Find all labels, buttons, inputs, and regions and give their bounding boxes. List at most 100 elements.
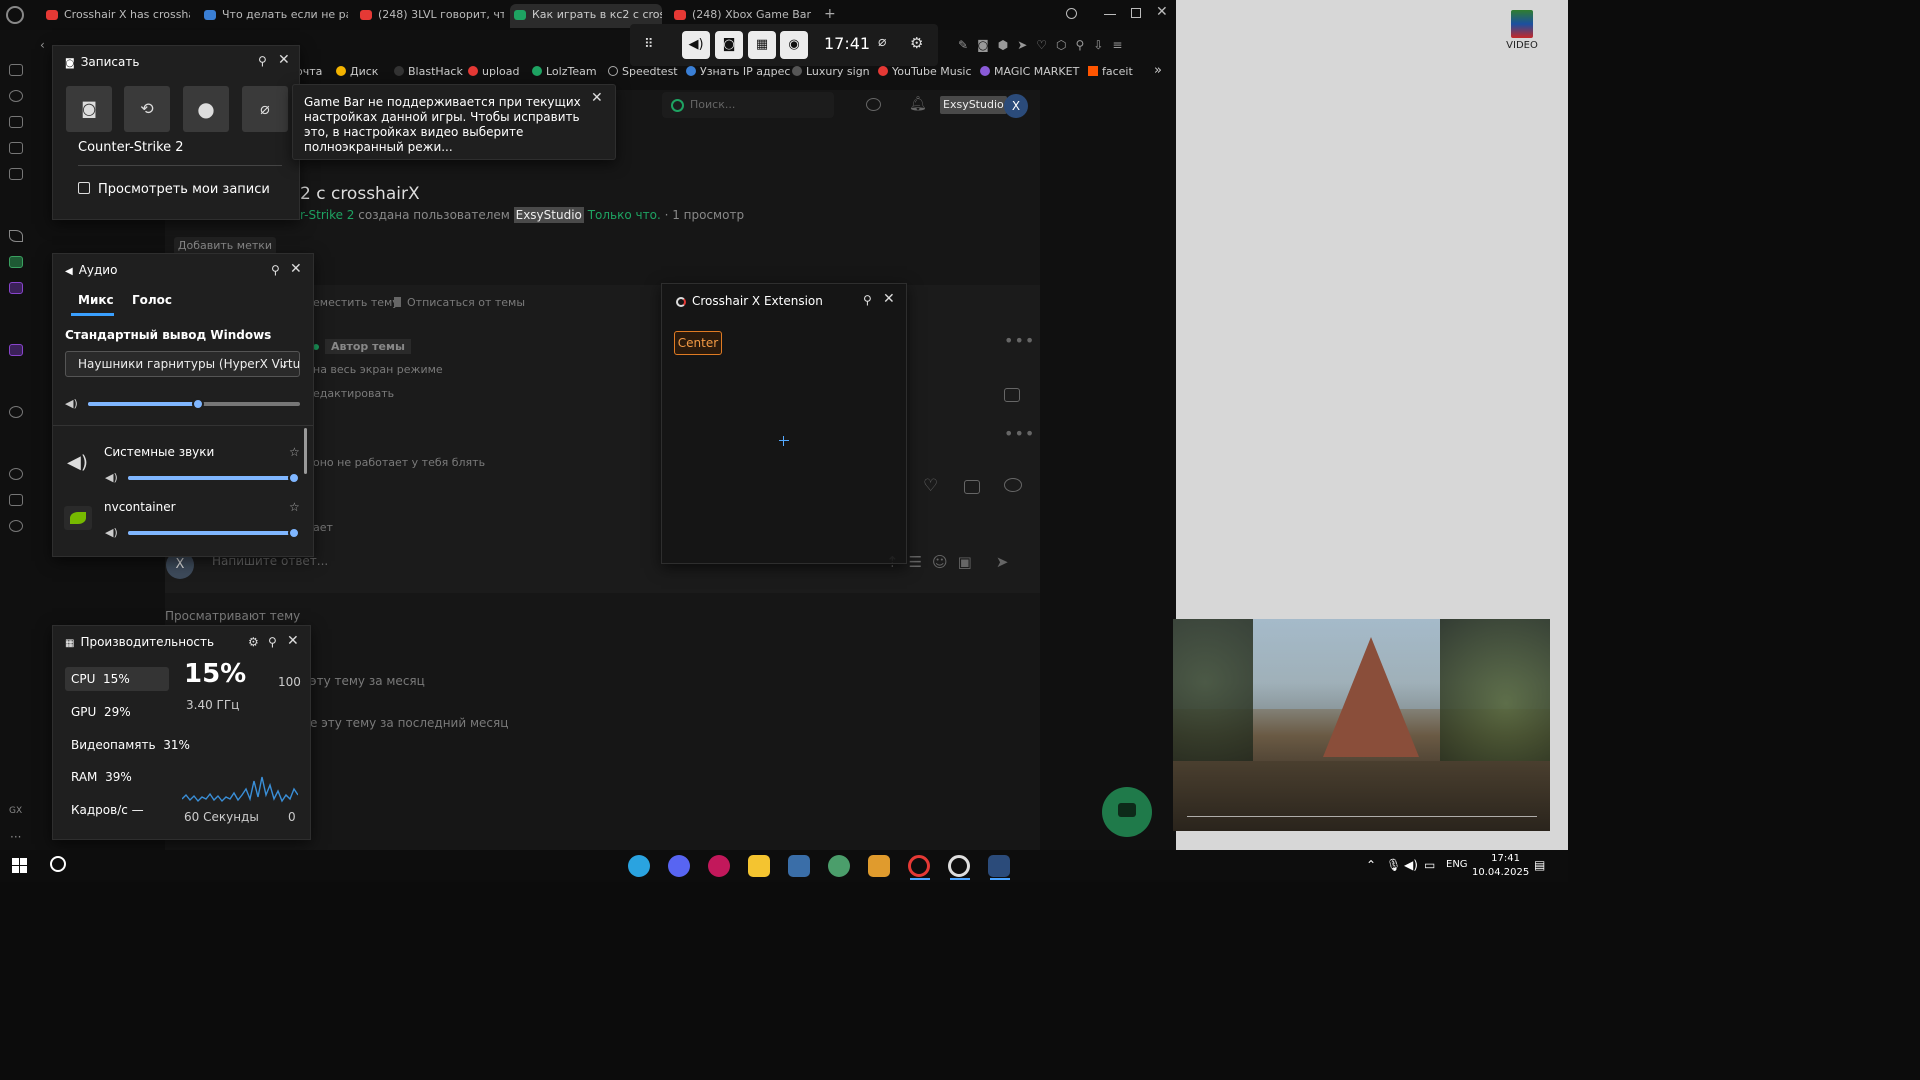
perf-row-vram[interactable]: Видеопамять 31% bbox=[71, 738, 190, 752]
app-volume-icon[interactable]: ◀) bbox=[105, 471, 118, 484]
favorite-star-icon[interactable]: ☆ bbox=[289, 500, 300, 514]
lolz-taskbar-icon[interactable] bbox=[988, 855, 1010, 877]
audio-scrollbar[interactable] bbox=[304, 428, 307, 474]
forum-chat-icon[interactable] bbox=[866, 98, 881, 111]
audio-device-select[interactable]: Наушники гарнитуры (HyperX Virtu ⌄ bbox=[65, 351, 300, 377]
audio-pin-icon[interactable]: ⚲ bbox=[271, 263, 280, 277]
shield-icon[interactable]: ⬢ bbox=[998, 38, 1008, 52]
start-recording-button[interactable]: ● bbox=[183, 86, 229, 132]
desktop-icon-video[interactable]: VIDEO bbox=[1500, 10, 1544, 51]
notifications-bell-icon[interactable]: 🔔︎ bbox=[909, 96, 927, 112]
profile-icon[interactable]: ⚲ bbox=[1076, 38, 1085, 52]
tray-chevron-icon[interactable]: ⌃ bbox=[1366, 858, 1376, 872]
edit-post-link[interactable]: едактировать bbox=[313, 387, 394, 400]
camera-icon[interactable]: ◙ bbox=[977, 38, 989, 52]
opera-gx-taskbar-icon[interactable] bbox=[908, 855, 930, 877]
system-sounds-thumb[interactable] bbox=[288, 472, 300, 484]
telegram-icon[interactable] bbox=[628, 855, 650, 877]
system-sounds-slider[interactable] bbox=[128, 472, 300, 484]
forum-search-input[interactable]: Поиск... bbox=[662, 92, 834, 118]
perf-row-gpu[interactable]: GPU 29% bbox=[71, 705, 131, 719]
bookmark-blasthack[interactable]: BlastHack bbox=[394, 65, 463, 78]
bookmark-youtube-music[interactable]: YouTube Music bbox=[878, 65, 972, 78]
record-close-icon[interactable]: ✕ bbox=[278, 52, 290, 68]
chat-bubble-button[interactable] bbox=[1102, 787, 1152, 837]
minimize-icon[interactable] bbox=[1104, 14, 1116, 15]
bookmark-magic-market[interactable]: MAGIC MARKET bbox=[980, 65, 1079, 78]
more-icon[interactable]: ··· bbox=[10, 830, 21, 844]
post1-reply-icon[interactable] bbox=[1004, 388, 1020, 402]
post2-more-icon[interactable]: ••• bbox=[1004, 424, 1035, 443]
tab-crosshairx[interactable]: Crosshair X has crosshair bbox=[42, 4, 190, 28]
record-last-button[interactable]: ⟲ bbox=[124, 86, 170, 132]
audio-close-icon[interactable]: ✕ bbox=[290, 261, 302, 277]
hide-eye-icon[interactable] bbox=[1004, 478, 1022, 492]
crosshair-pin-icon[interactable]: ⚲ bbox=[863, 293, 872, 307]
bookmark-disk[interactable]: Диск bbox=[336, 65, 378, 78]
back-icon[interactable]: ‹ bbox=[40, 38, 45, 52]
perf-row-fps[interactable]: Кадров/с — bbox=[71, 803, 144, 817]
crosshair-x-taskbar-icon[interactable] bbox=[948, 855, 970, 877]
view-recordings-link[interactable]: Просмотреть мои записи bbox=[78, 182, 270, 197]
app-volume-icon[interactable]: ◀) bbox=[105, 526, 118, 539]
tab-3lvl[interactable]: (248) 3LVL говорит, что bbox=[356, 4, 504, 28]
topic-author-link[interactable]: ExsyStudio bbox=[513, 207, 584, 223]
gx-icon[interactable]: GX bbox=[9, 806, 22, 816]
app-bird-icon[interactable] bbox=[828, 855, 850, 877]
list-icon[interactable]: ☰ bbox=[909, 553, 922, 571]
crosshair-close-icon[interactable]: ✕ bbox=[883, 291, 895, 307]
forum-user-avatar[interactable]: X bbox=[1004, 94, 1028, 118]
nvcontainer-thumb[interactable] bbox=[288, 527, 300, 539]
news-icon[interactable] bbox=[9, 142, 23, 154]
favorite-star-icon[interactable]: ☆ bbox=[289, 445, 300, 459]
like-heart-icon[interactable]: ♡ bbox=[923, 476, 938, 496]
box-icon[interactable]: ⬡ bbox=[1056, 38, 1066, 52]
unsubscribe-link[interactable]: Отписаться от темы bbox=[394, 296, 525, 309]
tray-language[interactable]: ENG bbox=[1446, 859, 1468, 870]
perf-row-cpu[interactable]: CPU 15% bbox=[71, 672, 130, 686]
record-mic-button[interactable]: ⌀ bbox=[242, 86, 288, 132]
tray-mic-icon[interactable]: 🎙︎ bbox=[1386, 858, 1401, 872]
gamebar-settings-icon[interactable]: ⚙ bbox=[910, 34, 923, 52]
new-tab-button[interactable]: + bbox=[824, 6, 836, 22]
clock-icon[interactable] bbox=[9, 468, 23, 480]
gamebar-capture-button[interactable]: ◙ bbox=[715, 31, 743, 59]
nvcontainer-slider[interactable] bbox=[128, 527, 300, 539]
heart-icon[interactable]: ♡ bbox=[1036, 38, 1047, 52]
widget-menu-icon[interactable]: ⠿ bbox=[644, 37, 654, 52]
notice-close-icon[interactable]: ✕ bbox=[591, 90, 603, 106]
notification-center-icon[interactable]: ▤ bbox=[1534, 858, 1545, 872]
menu-icon[interactable]: ≡ bbox=[1112, 38, 1122, 52]
gamebar-audio-button[interactable]: ◀) bbox=[682, 31, 710, 59]
emoji-icon[interactable]: ☺ bbox=[932, 553, 948, 571]
master-volume-icon[interactable]: ◀) bbox=[65, 397, 78, 410]
cube-icon[interactable] bbox=[9, 494, 23, 506]
audio-tab-voice[interactable]: Голос bbox=[132, 293, 172, 307]
app-orange-icon[interactable] bbox=[868, 855, 890, 877]
tray-volume-icon[interactable]: ◀) bbox=[1404, 858, 1418, 872]
video-preview-player[interactable] bbox=[1173, 619, 1550, 831]
tray-network-icon[interactable]: ▭ bbox=[1424, 858, 1435, 872]
move-topic-link[interactable]: еместить тему bbox=[313, 296, 399, 309]
image-icon[interactable]: ▣ bbox=[958, 553, 972, 571]
windows-start-icon[interactable] bbox=[12, 858, 27, 873]
close-window-icon[interactable]: ✕ bbox=[1156, 4, 1168, 20]
send-reply-icon[interactable]: ➤ bbox=[996, 553, 1009, 571]
download-icon[interactable]: ⇩ bbox=[1093, 38, 1103, 52]
audio-tab-mix[interactable]: Микс bbox=[78, 293, 114, 307]
opera-logo-icon[interactable] bbox=[6, 6, 24, 24]
bookmark-speedtest[interactable]: Speedtest bbox=[608, 65, 678, 78]
tray-clock[interactable]: 17:41 10.04.2025 bbox=[1472, 852, 1529, 880]
maximize-icon[interactable] bbox=[1131, 8, 1141, 18]
history-icon[interactable] bbox=[9, 90, 23, 102]
tab-what-to-do[interactable]: Что делать если не рабо bbox=[200, 4, 348, 28]
bookmark-faceit[interactable]: faceit bbox=[1088, 65, 1133, 78]
screenshot-button[interactable]: ◙ bbox=[66, 86, 112, 132]
forum-username[interactable]: ExsyStudio bbox=[940, 96, 1007, 114]
mic-muted-icon[interactable]: ⌀ bbox=[878, 34, 886, 50]
taskbar-search-icon[interactable] bbox=[50, 856, 66, 872]
post1-more-icon[interactable]: ••• bbox=[1004, 331, 1035, 350]
play-icon[interactable] bbox=[9, 406, 23, 418]
wallet-icon[interactable] bbox=[9, 116, 23, 128]
extension-green-icon[interactable] bbox=[9, 256, 23, 268]
